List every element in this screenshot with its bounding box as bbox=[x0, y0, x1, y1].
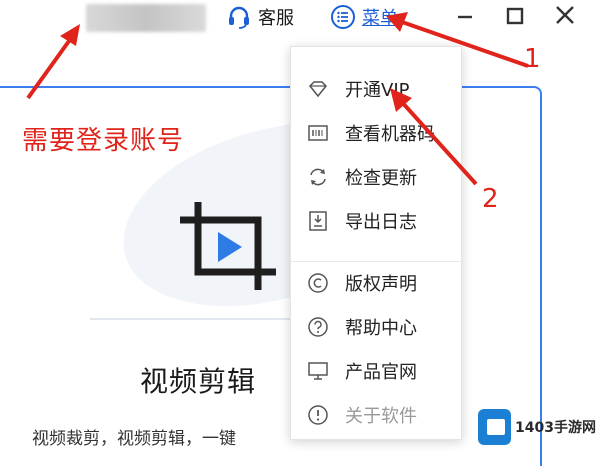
account-name-blurred[interactable] bbox=[86, 4, 206, 32]
copyright-icon bbox=[308, 273, 328, 293]
login-required-annotation: 需要登录账号 bbox=[22, 126, 185, 156]
menu-list-icon bbox=[331, 5, 355, 29]
menu-item-label: 检查更新 bbox=[345, 168, 417, 189]
menu-item-official-site[interactable]: 产品官网 bbox=[291, 349, 461, 393]
close-button[interactable] bbox=[552, 4, 578, 28]
feature-heading: 视频剪辑 bbox=[140, 365, 257, 398]
menu-item-label: 开通VIP bbox=[345, 80, 410, 101]
menu-item-label: 帮助中心 bbox=[345, 318, 417, 339]
maximize-icon bbox=[506, 7, 524, 25]
menu-item-check-update[interactable]: 检查更新 bbox=[291, 155, 461, 199]
feature-description: 视频裁剪，视频剪辑，一键 bbox=[32, 429, 236, 449]
close-icon bbox=[556, 6, 574, 24]
diamond-icon bbox=[308, 81, 328, 98]
help-icon bbox=[308, 317, 328, 337]
customer-service-label: 客服 bbox=[258, 8, 294, 29]
menu-label: 菜单 bbox=[362, 8, 398, 29]
maximize-button[interactable] bbox=[502, 4, 528, 28]
menu-item-copyright[interactable]: 版权声明 bbox=[291, 261, 461, 305]
menu-item-export-log[interactable]: 导出日志 bbox=[291, 199, 461, 243]
menu-item-label: 版权声明 bbox=[345, 274, 417, 295]
menu-dropdown: 开通VIP 查看机器码 检查更新 导出日志 版权声明 帮助中心 产品官网 关于软… bbox=[290, 46, 462, 440]
refresh-icon bbox=[310, 168, 326, 186]
step-2-annotation: 2 bbox=[482, 184, 499, 214]
menu-item-label: 导出日志 bbox=[345, 212, 417, 233]
barcode-icon bbox=[308, 125, 328, 141]
video-crop-icon[interactable] bbox=[176, 198, 280, 294]
step-1-annotation: 1 bbox=[524, 44, 541, 74]
title-bar: 客服 菜单 bbox=[0, 0, 596, 34]
menu-item-machine-code[interactable]: 查看机器码 bbox=[291, 111, 461, 155]
minimize-icon bbox=[458, 15, 472, 19]
menu-item-label: 产品官网 bbox=[345, 362, 417, 383]
menu-item-label: 关于软件 bbox=[345, 406, 417, 427]
minimize-button[interactable] bbox=[452, 4, 478, 28]
menu-item-open-vip[interactable]: 开通VIP bbox=[291, 67, 461, 111]
headset-icon bbox=[229, 6, 249, 29]
site-watermark: 1403手游网 bbox=[478, 398, 596, 456]
menu-item-label: 查看机器码 bbox=[345, 124, 435, 145]
menu-button[interactable]: 菜单 bbox=[330, 3, 398, 31]
menu-item-about[interactable]: 关于软件 bbox=[291, 393, 461, 437]
watermark-text: 1403手游网 bbox=[515, 420, 596, 436]
customer-service-button[interactable]: 客服 bbox=[226, 3, 294, 31]
watermark-logo-icon bbox=[478, 409, 512, 445]
menu-item-help-center[interactable]: 帮助中心 bbox=[291, 305, 461, 349]
log-export-icon bbox=[309, 211, 327, 231]
monitor-icon bbox=[308, 362, 328, 380]
info-icon bbox=[308, 405, 328, 425]
